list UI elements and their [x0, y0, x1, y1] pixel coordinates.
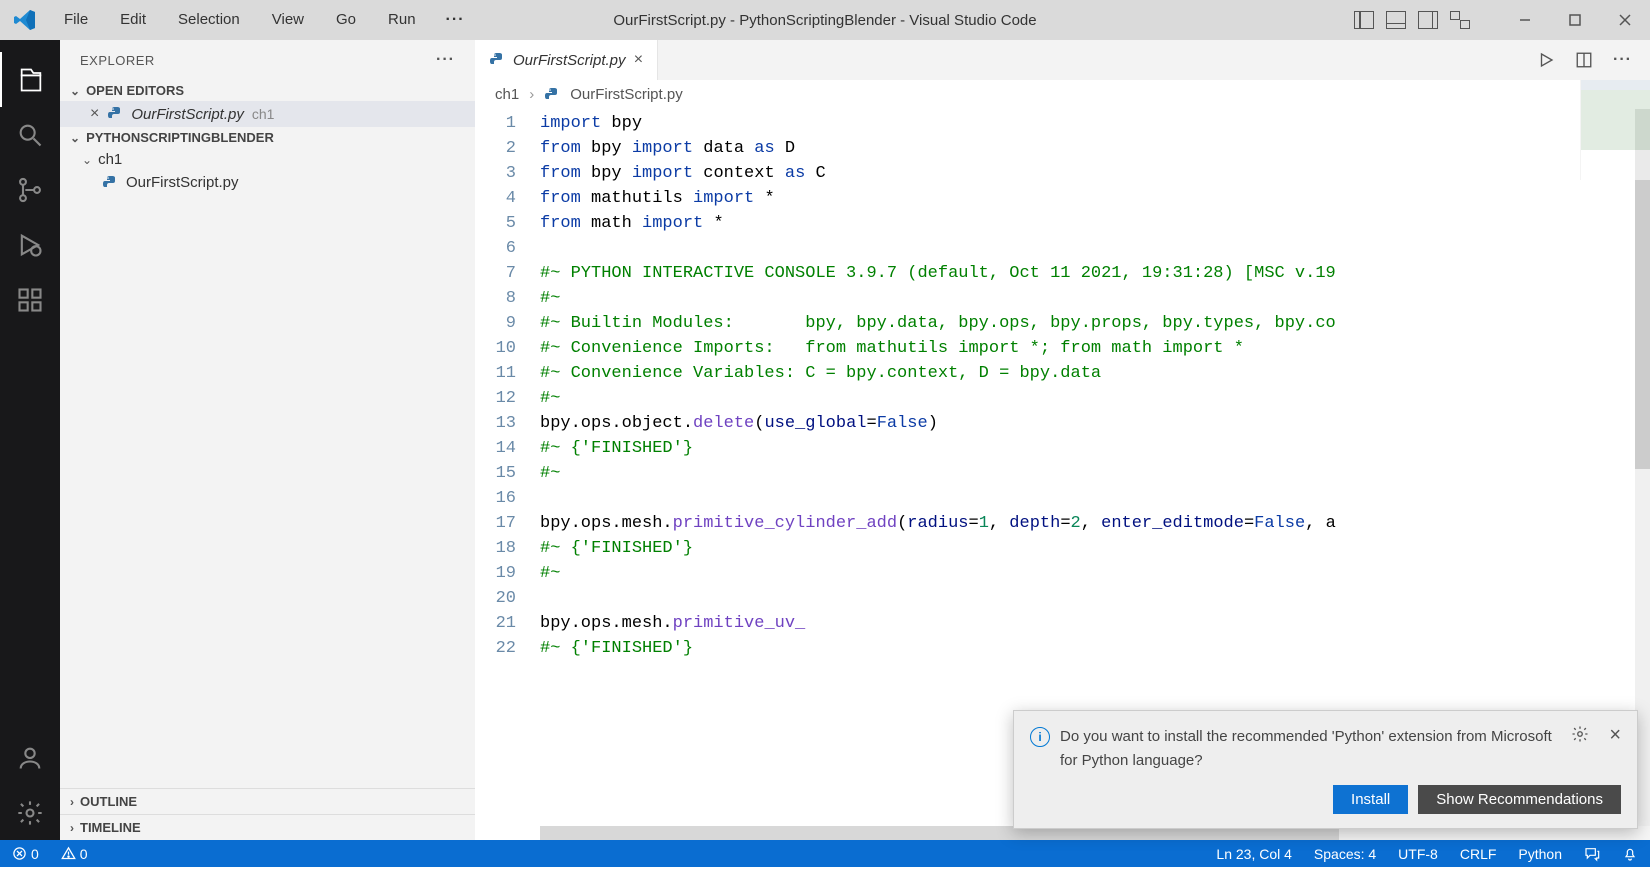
maximize-button[interactable]	[1550, 0, 1600, 40]
vscode-icon	[0, 8, 50, 32]
activity-search[interactable]	[0, 107, 60, 162]
gear-icon[interactable]	[1571, 725, 1589, 743]
status-warnings[interactable]: 0	[57, 846, 92, 862]
layout-customize-icon[interactable]	[1450, 11, 1470, 29]
menu-run[interactable]: Run	[374, 7, 430, 33]
menu-view[interactable]: View	[258, 7, 318, 33]
explorer-sidebar: EXPLORER ··· ⌄ OPEN EDITORS × OurFirstSc…	[60, 40, 475, 840]
python-file-icon	[107, 106, 123, 122]
layout-bottom-icon[interactable]	[1386, 11, 1406, 29]
status-feedback-icon[interactable]	[1580, 846, 1604, 862]
split-editor-icon[interactable]	[1575, 51, 1593, 69]
status-errors[interactable]: 0	[8, 846, 43, 862]
editor-more-icon[interactable]: ···	[1613, 51, 1632, 69]
chevron-down-icon: ⌄	[70, 84, 80, 98]
open-editors-label: OPEN EDITORS	[86, 83, 184, 98]
window-title: OurFirstScript.py - PythonScriptingBlend…	[613, 12, 1036, 29]
activity-explorer[interactable]	[0, 52, 60, 107]
status-eol[interactable]: CRLF	[1456, 846, 1501, 862]
timeline-section[interactable]: › TIMELINE	[60, 814, 475, 840]
run-file-icon[interactable]	[1537, 51, 1555, 69]
chevron-down-icon: ⌄	[70, 131, 80, 145]
activity-settings[interactable]	[0, 785, 60, 840]
install-button[interactable]: Install	[1333, 785, 1408, 814]
open-editor-filename: OurFirstScript.py	[131, 106, 244, 123]
python-file-icon	[489, 52, 505, 68]
python-file-icon	[102, 175, 118, 191]
layout-left-icon[interactable]	[1354, 11, 1374, 29]
menu-overflow[interactable]: ···	[434, 7, 477, 33]
minimize-button[interactable]	[1500, 0, 1550, 40]
workspace-label: PYTHONSCRIPTINGBLENDER	[86, 130, 274, 145]
menu-file[interactable]: File	[50, 7, 102, 33]
close-button[interactable]	[1600, 0, 1650, 40]
explorer-more-icon[interactable]: ···	[436, 51, 455, 69]
menu-selection[interactable]: Selection	[164, 7, 254, 33]
explorer-title: EXPLORER	[80, 53, 155, 68]
activity-source-control[interactable]	[0, 162, 60, 217]
minimap[interactable]	[1580, 80, 1650, 180]
tabs-row: OurFirstScript.py × ···	[475, 40, 1650, 80]
menu-go[interactable]: Go	[322, 7, 370, 33]
warning-icon	[61, 846, 76, 861]
status-bar: 0 0 Ln 23, Col 4 Spaces: 4 UTF-8 CRLF Py…	[0, 840, 1650, 867]
workspace-section[interactable]: ⌄ PYTHONSCRIPTINGBLENDER	[60, 127, 475, 148]
layout-right-icon[interactable]	[1418, 11, 1438, 29]
tab-close-icon[interactable]: ×	[634, 51, 643, 69]
activity-accounts[interactable]	[0, 730, 60, 785]
status-language[interactable]: Python	[1514, 846, 1566, 862]
show-recommendations-button[interactable]: Show Recommendations	[1418, 785, 1621, 814]
close-icon[interactable]: ×	[1609, 725, 1621, 745]
notification-text: Do you want to install the recommended '…	[1060, 725, 1561, 773]
tab-filename: OurFirstScript.py	[513, 52, 626, 69]
editor-tab[interactable]: OurFirstScript.py ×	[475, 40, 658, 80]
folder-ch1[interactable]: ⌄ ch1	[60, 148, 475, 171]
status-ln-col[interactable]: Ln 23, Col 4	[1212, 846, 1296, 862]
file-item[interactable]: OurFirstScript.py	[60, 171, 475, 194]
folder-name: ch1	[98, 151, 122, 168]
menu-bar: File Edit Selection View Go Run ···	[50, 7, 477, 33]
open-editor-item[interactable]: × OurFirstScript.py ch1	[60, 101, 475, 127]
title-bar: File Edit Selection View Go Run ··· OurF…	[0, 0, 1650, 40]
error-icon	[12, 846, 27, 861]
breadcrumb-file[interactable]: OurFirstScript.py	[570, 86, 683, 103]
chevron-right-icon: ›	[529, 86, 534, 103]
chevron-right-icon: ›	[70, 795, 74, 809]
status-encoding[interactable]: UTF-8	[1394, 846, 1442, 862]
notification-toast: i Do you want to install the recommended…	[1013, 710, 1638, 829]
breadcrumb[interactable]: ch1 › OurFirstScript.py	[475, 80, 1650, 109]
status-spaces[interactable]: Spaces: 4	[1310, 846, 1380, 862]
info-icon: i	[1030, 727, 1050, 747]
chevron-right-icon: ›	[70, 821, 74, 835]
breadcrumb-folder[interactable]: ch1	[495, 86, 519, 103]
open-editor-dir: ch1	[252, 106, 275, 122]
timeline-label: TIMELINE	[80, 820, 141, 835]
status-bell-icon[interactable]	[1618, 846, 1642, 862]
title-controls	[1354, 0, 1650, 40]
outline-section[interactable]: › OUTLINE	[60, 788, 475, 814]
file-name: OurFirstScript.py	[126, 174, 239, 191]
line-gutter: 12345678910111213141516171819202122	[475, 109, 540, 840]
outline-label: OUTLINE	[80, 794, 137, 809]
activity-run-debug[interactable]	[0, 217, 60, 272]
menu-edit[interactable]: Edit	[106, 7, 160, 33]
close-editor-icon[interactable]: ×	[90, 105, 99, 123]
python-file-icon	[544, 87, 560, 103]
activity-extensions[interactable]	[0, 272, 60, 327]
chevron-down-icon: ⌄	[82, 153, 92, 167]
activity-bar	[0, 40, 60, 840]
open-editors-section[interactable]: ⌄ OPEN EDITORS	[60, 80, 475, 101]
